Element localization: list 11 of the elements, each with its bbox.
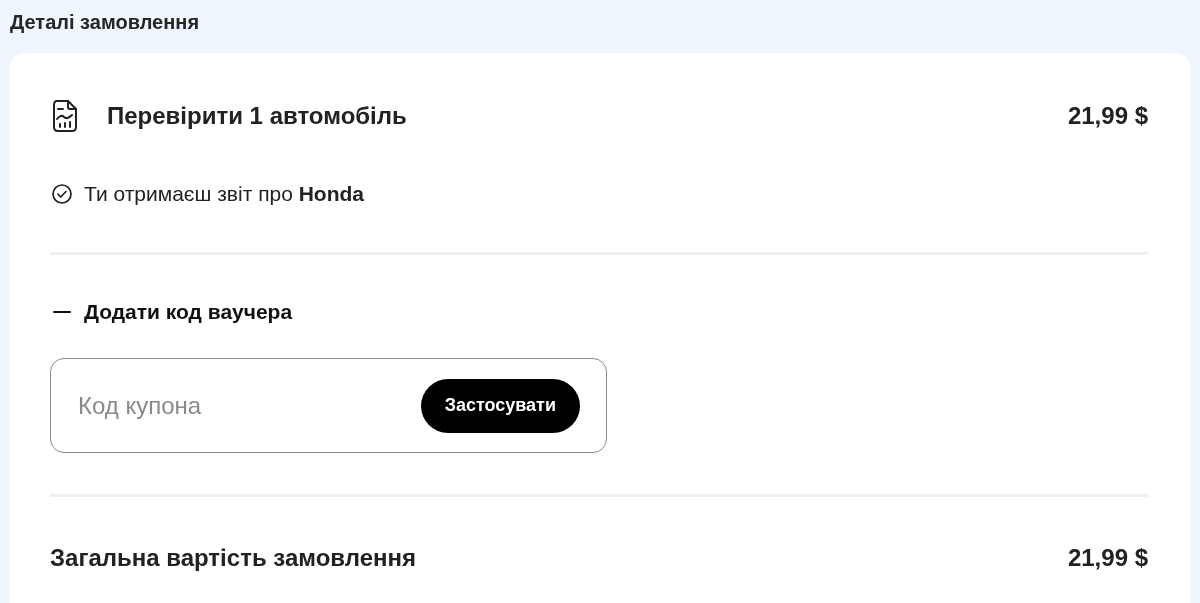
- item-price: 21,99 $: [1067, 101, 1148, 131]
- report-document-icon: [53, 100, 77, 132]
- total-price: 21,99 $: [1067, 543, 1148, 573]
- item-title: Перевірити 1 автомобіль: [107, 101, 407, 131]
- total-label: Загальна вартість замовлення: [50, 543, 417, 573]
- report-note: Ти отримаєш звіт про Honda: [84, 181, 365, 207]
- coupon-code-field[interactable]: Код купона Застосувати: [50, 358, 607, 453]
- apply-button[interactable]: Застосувати: [420, 378, 580, 433]
- voucher-toggle-label[interactable]: Додати код ваучера: [84, 299, 293, 325]
- section-title: Деталі замовлення: [10, 10, 200, 34]
- check-circle-icon: [52, 184, 72, 204]
